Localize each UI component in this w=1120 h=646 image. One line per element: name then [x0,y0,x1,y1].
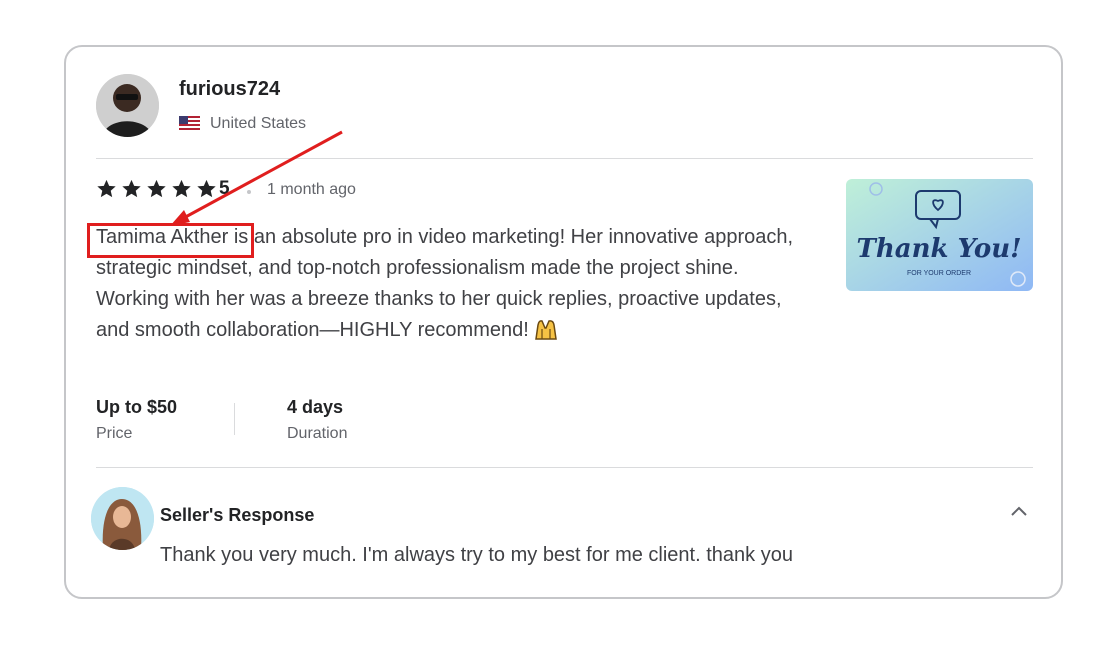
reviewer-avatar[interactable] [96,74,159,137]
reviewer-name[interactable]: furious724 [179,78,280,101]
seller-avatar[interactable] [91,487,154,550]
price-value: Up to $50 [96,397,178,417]
freelancer-name: Tamima Akther [96,226,229,248]
price-label: Price [96,425,133,442]
us-flag-icon [179,116,200,131]
raised-hands-emoji [533,317,559,341]
separator-dot [247,190,251,194]
chevron-up-icon[interactable] [1007,500,1031,524]
meta-separator [234,403,235,435]
reviewer-country: United States [210,115,307,132]
response-divider [96,467,1033,468]
star-icon [97,179,116,198]
star-icon [172,179,191,198]
duration-value: 4 days [287,397,344,417]
star-icon [197,179,216,198]
thumbnail-title: Thank You! [856,234,1021,264]
review-card: furious724 United States 5 1 month ago T… [64,45,1063,599]
star-icon [122,179,141,198]
review-text: Tamima Akther is an absolute pro in vide… [87,222,796,346]
header-divider [96,158,1033,159]
duration-label: Duration [287,425,348,442]
highlighted-name: Tamima Akther [87,223,254,258]
star-rating [95,178,218,200]
review-attachment-thumbnail[interactable]: Thank You! FOR YOUR ORDER [846,179,1033,291]
review-time: 1 month ago [267,181,356,198]
thumbnail-subtitle: FOR YOUR ORDER [907,270,971,277]
star-icon [147,179,166,198]
rating-value: 5 [219,178,230,199]
seller-response-text: Thank you very much. I'm always try to m… [160,544,793,566]
seller-response-title: Seller's Response [160,505,315,525]
